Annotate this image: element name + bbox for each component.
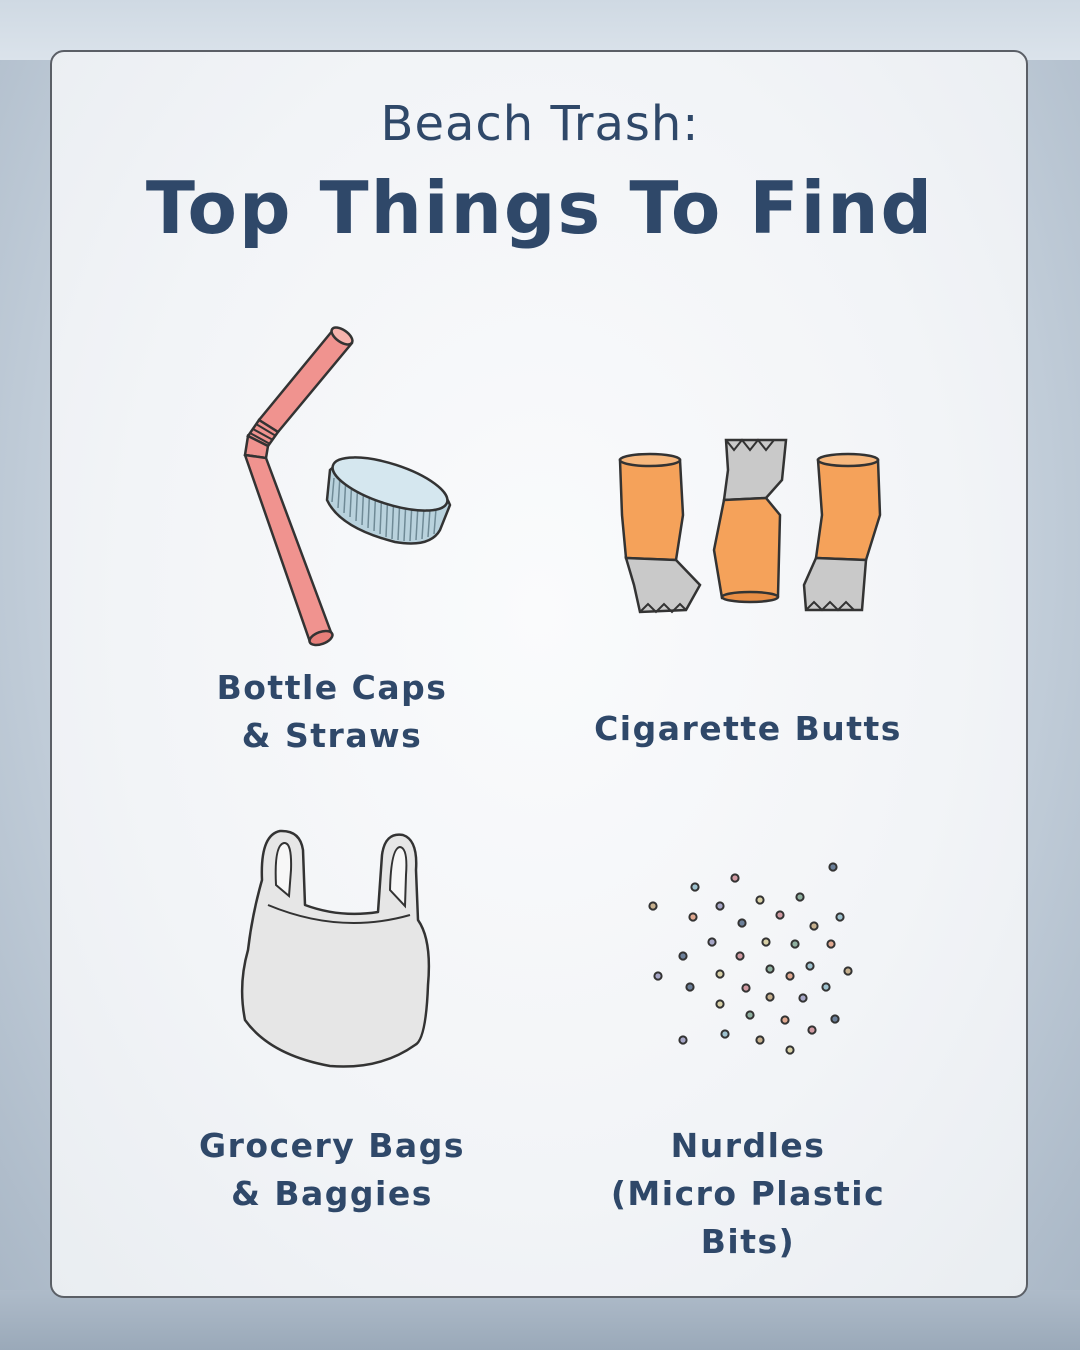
nurdle-dot <box>648 901 658 911</box>
nurdle-dot <box>780 1015 790 1025</box>
item-label-line2: (Micro Plastic Bits) <box>610 1174 886 1261</box>
nurdle-dot <box>678 1035 688 1045</box>
nurdle-dot <box>715 969 725 979</box>
nurdle-dot <box>807 1025 817 1035</box>
nurdle-dot <box>785 971 795 981</box>
nurdle-dot <box>761 937 771 947</box>
nurdle-dot <box>790 939 800 949</box>
nurdle-dot <box>809 921 819 931</box>
nurdle-dot <box>720 1029 730 1039</box>
nurdle-dot <box>830 1014 840 1024</box>
nurdle-dot <box>678 951 688 961</box>
nurdle-dot <box>843 966 853 976</box>
nurdle-dot <box>821 982 831 992</box>
nurdle-dot <box>653 971 663 981</box>
nurdle-dot <box>826 939 836 949</box>
nurdle-dot <box>798 993 808 1003</box>
nurdle-dot <box>685 982 695 992</box>
nurdle-dot <box>745 1010 755 1020</box>
item-label: Nurdles (Micro Plastic Bits) <box>560 1122 936 1266</box>
nurdle-dot <box>765 992 775 1002</box>
nurdle-dot <box>688 912 698 922</box>
nurdle-dot <box>707 937 717 947</box>
item-label-line1: Nurdles <box>670 1126 826 1165</box>
nurdle-dot <box>755 895 765 905</box>
nurdle-dot <box>737 918 747 928</box>
nurdle-dot <box>828 862 838 872</box>
nurdle-dot <box>690 882 700 892</box>
nurdle-dot <box>795 892 805 902</box>
nurdle-dot <box>741 983 751 993</box>
nurdle-dot <box>730 873 740 883</box>
nurdle-dot <box>775 910 785 920</box>
nurdle-dot <box>755 1035 765 1045</box>
nurdle-dot <box>835 912 845 922</box>
nurdle-dot <box>715 901 725 911</box>
nurdle-dot <box>805 961 815 971</box>
nurdle-dot <box>765 964 775 974</box>
nurdle-dot <box>735 951 745 961</box>
nurdle-dot <box>715 999 725 1009</box>
nurdle-dot <box>785 1045 795 1055</box>
